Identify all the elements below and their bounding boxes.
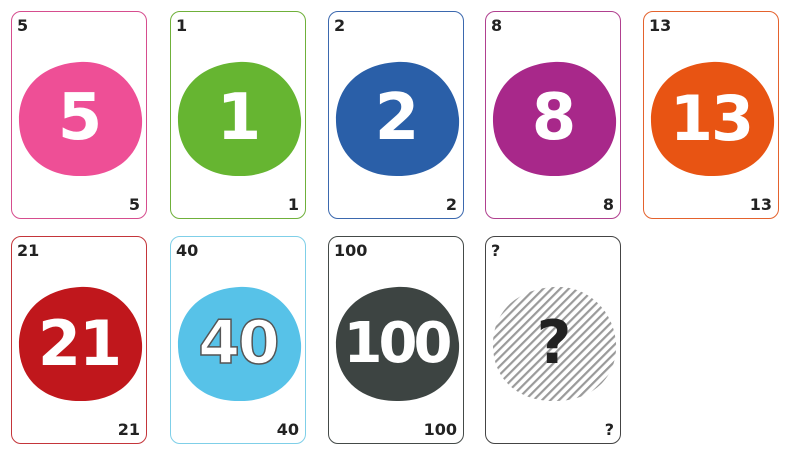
card-corner-top: 5 (17, 16, 29, 35)
card-5[interactable]: 5 5 5 (11, 11, 147, 219)
card-value: 13 (669, 81, 754, 155)
card-2[interactable]: 2 2 2 (328, 11, 464, 219)
card-corner-top: 13 (649, 16, 672, 35)
card-value: 21 (37, 306, 122, 380)
card-corner-bottom: ? (604, 420, 614, 439)
card-value: 100 (343, 310, 453, 376)
card-value: 5 (57, 81, 103, 155)
card-value: 40 (198, 307, 281, 379)
card-corner-bottom: 40 (276, 420, 299, 439)
card-40[interactable]: 40 40 40 (170, 236, 306, 444)
card-corner-top: 2 (334, 16, 346, 35)
card-21[interactable]: 21 21 21 (11, 236, 147, 444)
card-value: 8 (531, 81, 577, 155)
card-question[interactable]: ? ? ? (485, 236, 621, 444)
card-corner-top: 21 (17, 241, 40, 260)
card-value: 2 (374, 81, 420, 155)
card-corner-top: ? (491, 241, 501, 260)
card-value: 1 (216, 81, 262, 155)
card-corner-bottom: 21 (117, 420, 140, 439)
card-value: ? (536, 308, 572, 378)
card-corner-top: 1 (176, 16, 188, 35)
card-8[interactable]: 8 8 8 (485, 11, 621, 219)
card-corner-bottom: 13 (749, 195, 772, 214)
card-corner-bottom: 8 (602, 195, 614, 214)
card-100[interactable]: 100 100 100 (328, 236, 464, 444)
card-corner-top: 100 (334, 241, 368, 260)
card-corner-top: 40 (176, 241, 199, 260)
card-corner-top: 8 (491, 16, 503, 35)
card-corner-bottom: 5 (128, 195, 140, 214)
card-corner-bottom: 1 (287, 195, 299, 214)
card-13[interactable]: 13 13 13 (643, 11, 779, 219)
card-corner-bottom: 100 (423, 420, 457, 439)
card-1[interactable]: 1 1 1 (170, 11, 306, 219)
card-corner-bottom: 2 (445, 195, 457, 214)
